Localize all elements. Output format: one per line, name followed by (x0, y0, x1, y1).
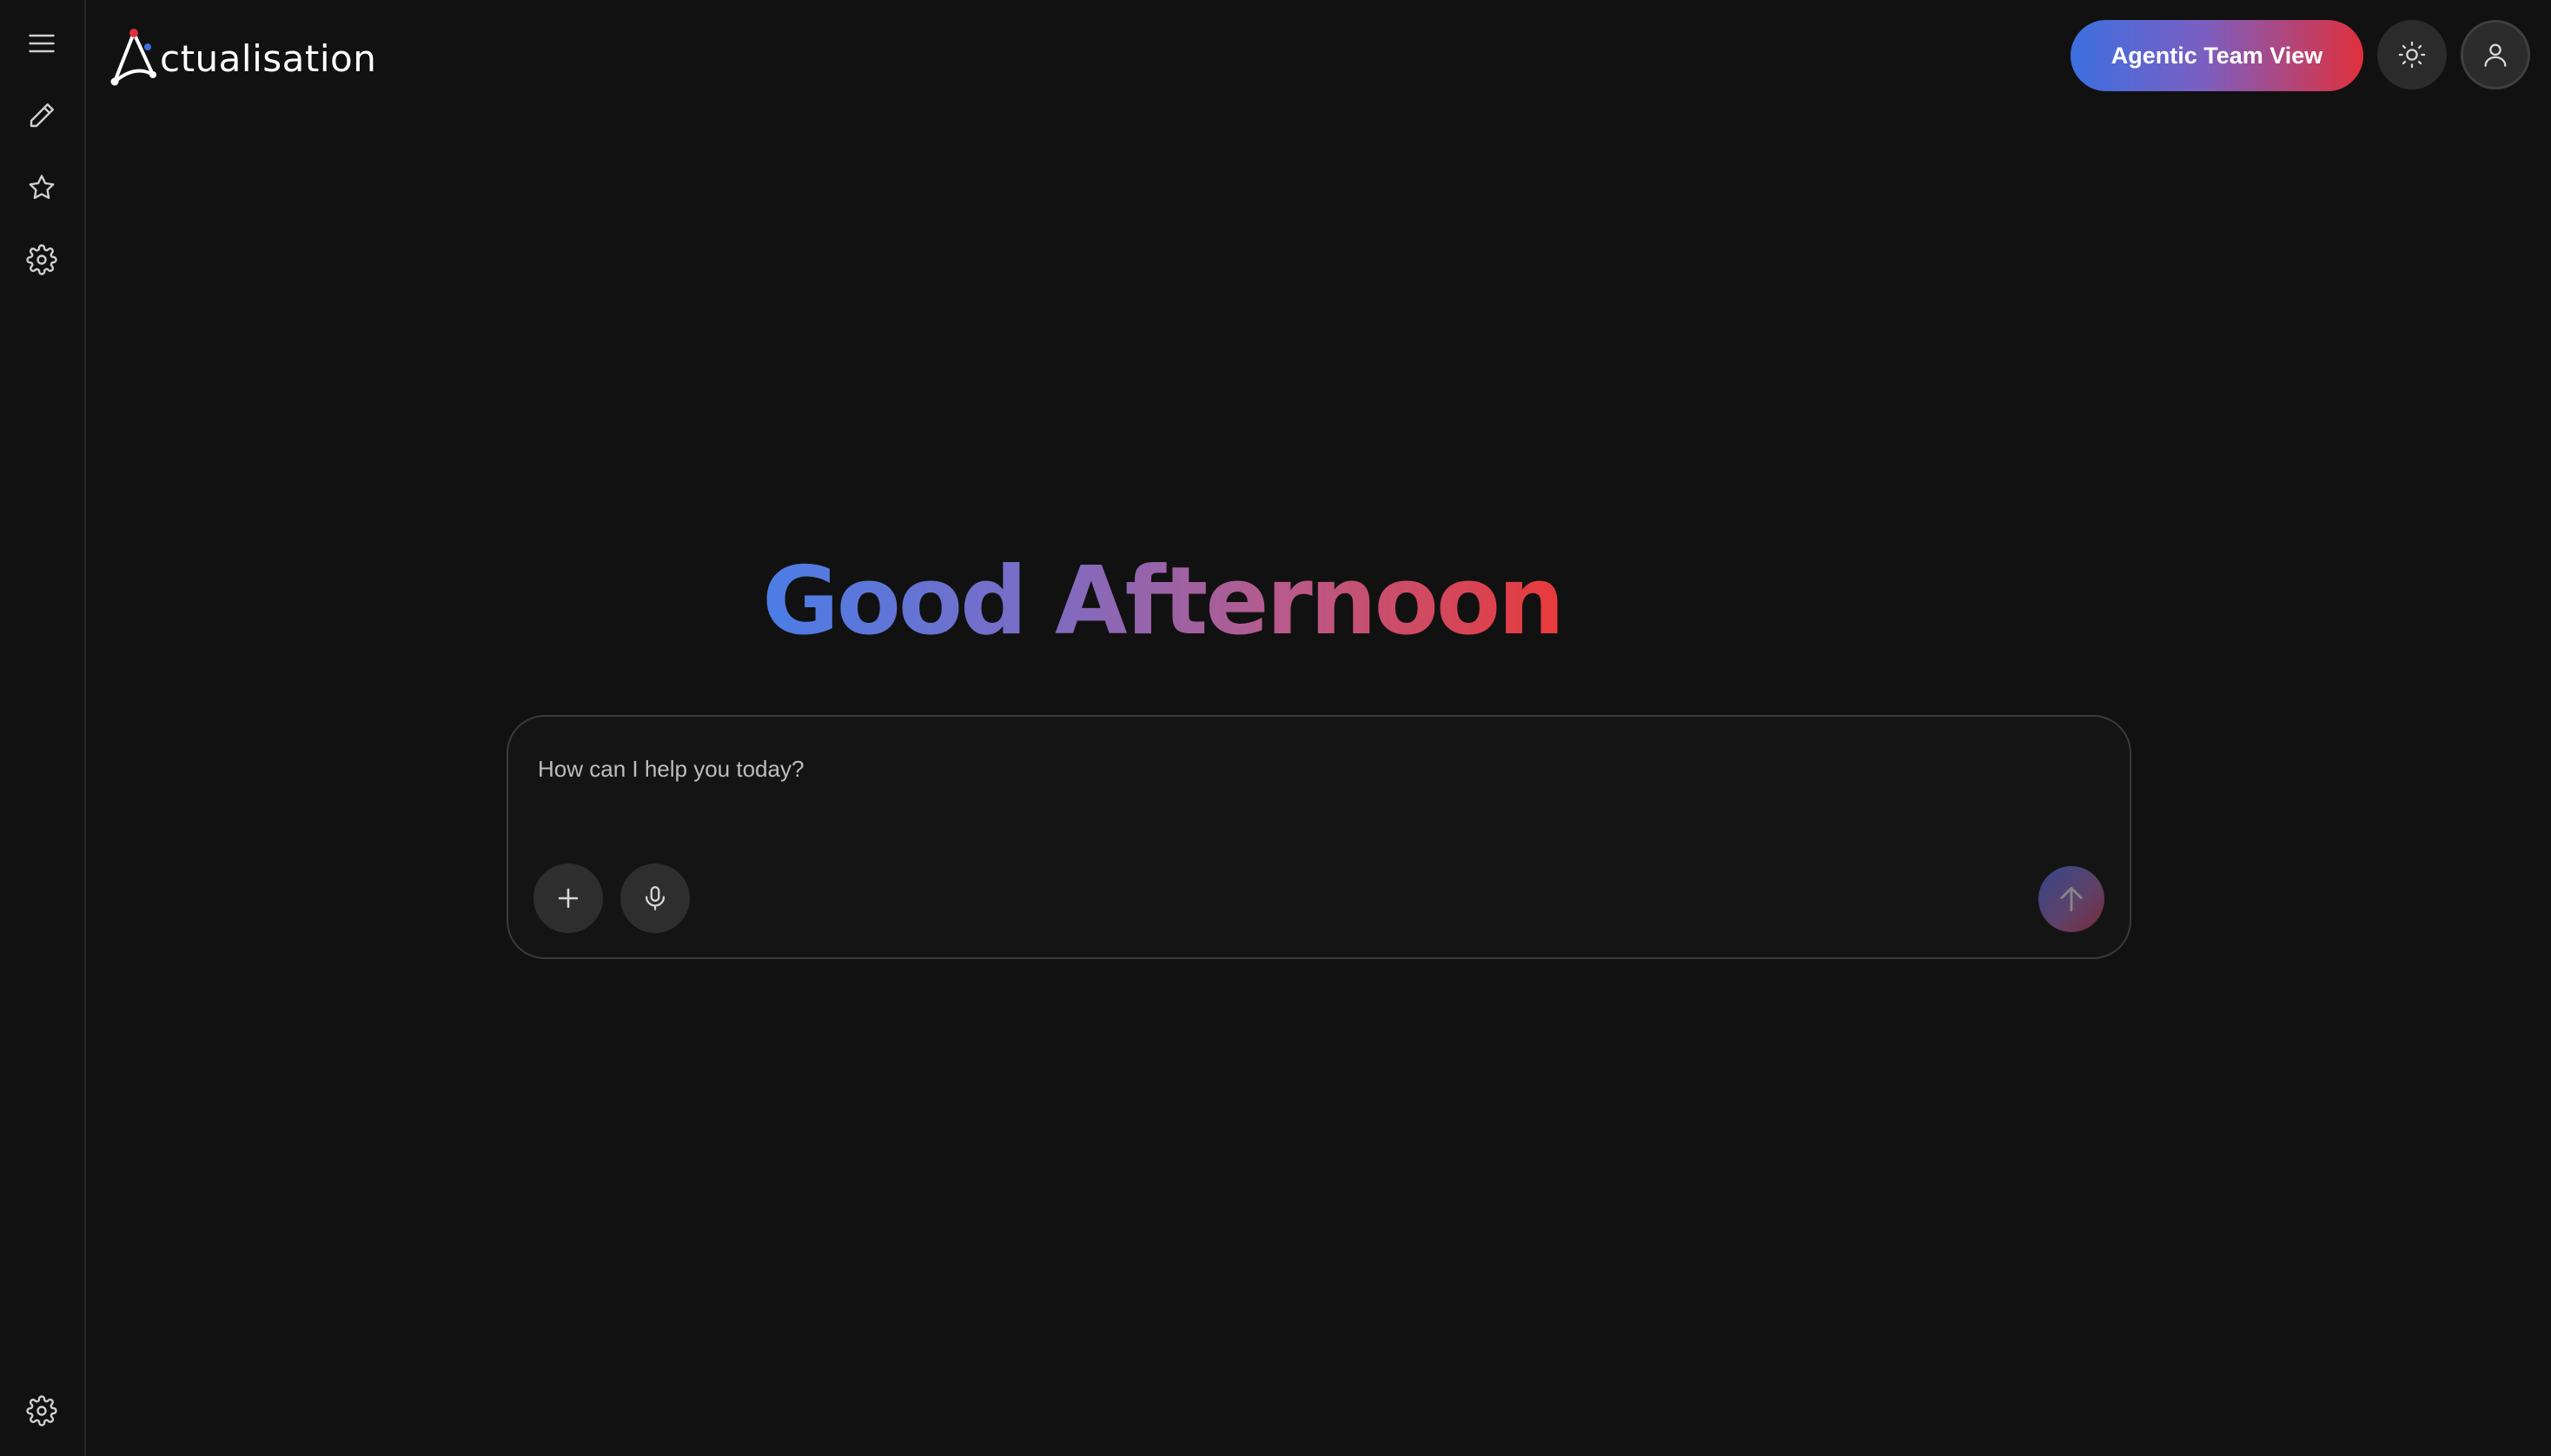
brand-logo[interactable]: ctualisation (106, 23, 376, 89)
bottom-settings-button[interactable] (21, 1390, 63, 1432)
sun-icon (2398, 41, 2426, 69)
attach-button[interactable] (533, 864, 603, 933)
user-icon (2484, 43, 2507, 67)
favorites-button[interactable] (21, 167, 63, 208)
settings-button[interactable] (21, 239, 63, 281)
brand-name: ctualisation (160, 36, 377, 80)
pencil-icon (30, 103, 54, 128)
greeting-container: Good Afternoon (86, 547, 2551, 656)
gear-icon (26, 244, 57, 275)
star-icon (29, 175, 55, 200)
arrow-up-icon (2060, 886, 2083, 912)
chat-composer (507, 715, 2131, 959)
profile-button[interactable] (2461, 20, 2530, 89)
theme-toggle-button[interactable] (2377, 20, 2447, 89)
voice-input-button[interactable] (620, 864, 690, 933)
microphone-icon (645, 886, 666, 910)
send-button[interactable] (2038, 866, 2104, 932)
plus-icon (558, 888, 579, 909)
sidebar (0, 0, 86, 1456)
agentic-team-view-button[interactable]: Agentic Team View (2071, 20, 2363, 91)
logo-mark-icon (110, 29, 156, 86)
hamburger-menu-icon (29, 34, 55, 53)
gear-icon (26, 1395, 57, 1426)
greeting-title: Good Afternoon (762, 547, 1565, 656)
chat-input[interactable] (538, 751, 2084, 786)
new-chat-button[interactable] (21, 95, 63, 136)
menu-toggle-button[interactable] (21, 23, 63, 64)
